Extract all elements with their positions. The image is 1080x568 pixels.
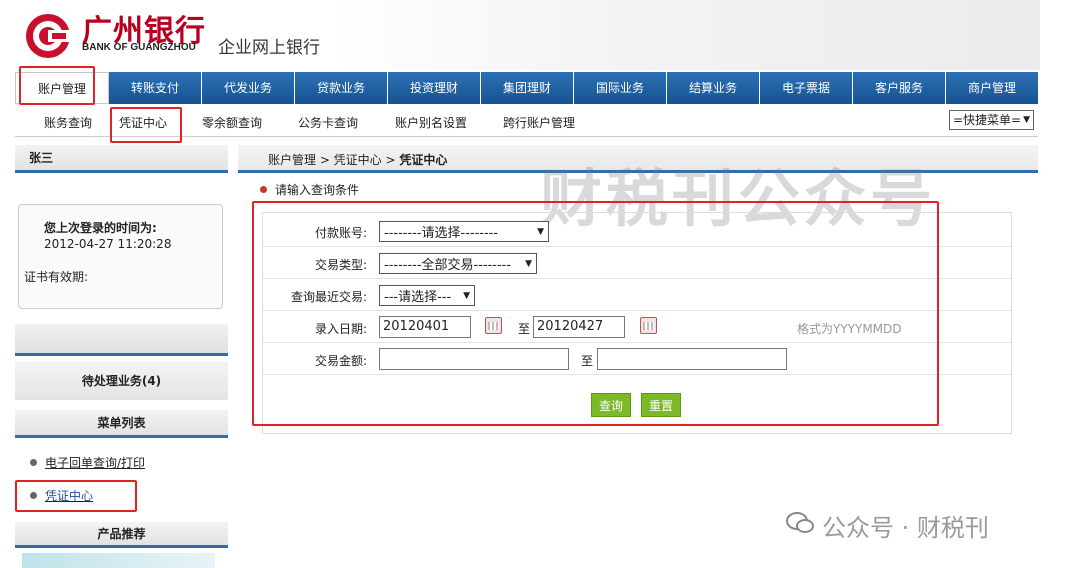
subnav-item-zero-balance[interactable]: 零余额查询 <box>202 114 262 131</box>
last-login-label: 您上次登录的时间为: <box>44 221 157 235</box>
bullet-icon <box>30 459 37 466</box>
nav-tab-loan[interactable]: 贷款业务 <box>295 72 388 104</box>
highlight-box-sidebar <box>15 480 137 512</box>
highlight-box-subnav <box>110 107 182 143</box>
chevron-down-icon: ▼ <box>1023 115 1030 125</box>
last-login-time: 2012-04-27 11:20:28 <box>44 237 172 251</box>
pending-business-link[interactable]: 待处理业务(4) <box>15 362 228 400</box>
nav-tab-group-finance[interactable]: 集团理财 <box>481 72 574 104</box>
header: 广州银行 BANK OF GUANGZHOU 企业网上银行 <box>0 0 1080 70</box>
condition-title: 请输入查询条件 <box>260 181 359 198</box>
main-nav: 账户管理 转账支付 代发业务 贷款业务 投资理财 集团理财 国际业务 结算业务 … <box>15 72 1038 104</box>
menu-item-e-receipt[interactable]: 电子回单查询/打印 <box>30 454 145 471</box>
sidebar-user-name: 张三 <box>15 145 228 173</box>
menu-list-title: 菜单列表 <box>15 410 228 438</box>
breadcrumb: 账户管理 > 凭证中心 > 凭证中心 <box>238 145 1038 173</box>
highlight-box-form <box>252 201 939 426</box>
subnav-item-official-card[interactable]: 公务卡查询 <box>298 114 358 131</box>
quick-menu-label: =快捷菜单= <box>952 113 1022 127</box>
subnav-item-account-alias[interactable]: 账户别名设置 <box>395 114 467 131</box>
header-background <box>330 0 1040 70</box>
breadcrumb-current: 凭证中心 <box>399 153 448 167</box>
bank-name-en: BANK OF GUANGZHOU <box>82 42 196 53</box>
bank-logo-icon <box>26 14 70 58</box>
watermark-small: 公众号 · 财税刊 <box>822 514 989 542</box>
cert-valid-label: 证书有效期: <box>24 270 89 284</box>
products-title: 产品推荐 <box>15 522 228 548</box>
product-banner-image[interactable] <box>22 553 215 568</box>
sidebar-blank-header <box>15 324 228 356</box>
nav-tab-transfer-payment[interactable]: 转账支付 <box>109 72 202 104</box>
highlight-box-nav <box>19 66 95 105</box>
subnav-item-account-query[interactable]: 账务查询 <box>44 114 92 131</box>
menu-item-label: 电子回单查询/打印 <box>45 456 146 470</box>
nav-tab-investment[interactable]: 投资理财 <box>388 72 481 104</box>
bullet-icon <box>260 186 267 193</box>
nav-tab-international[interactable]: 国际业务 <box>574 72 667 104</box>
subnav-item-interbank[interactable]: 跨行账户管理 <box>503 114 575 131</box>
wechat-icon <box>786 512 814 533</box>
condition-title-text: 请输入查询条件 <box>275 183 360 197</box>
nav-tab-merchant[interactable]: 商户管理 <box>946 72 1038 104</box>
nav-tab-payroll[interactable]: 代发业务 <box>202 72 295 104</box>
nav-tab-customer-service[interactable]: 客户服务 <box>853 72 946 104</box>
bank-subtitle: 企业网上银行 <box>218 38 320 58</box>
breadcrumb-path: 账户管理 > 凭证中心 > <box>268 153 400 167</box>
nav-tab-settlement[interactable]: 结算业务 <box>667 72 760 104</box>
nav-tab-e-bills[interactable]: 电子票据 <box>760 72 853 104</box>
last-login-panel: 您上次登录的时间为: 2012-04-27 11:20:28 证书有效期: <box>18 204 223 309</box>
quick-menu-select[interactable]: =快捷菜单= ▼ <box>948 110 1034 130</box>
